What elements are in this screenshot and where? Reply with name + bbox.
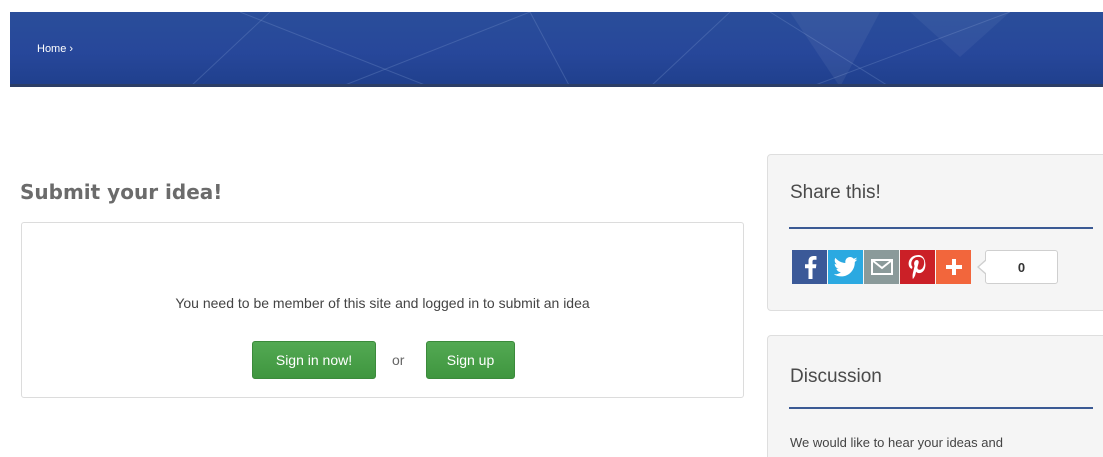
sign-up-button[interactable]: Sign up [426, 341, 515, 379]
share-widget: Share this! 0 [767, 154, 1103, 311]
banner-bottom-border [10, 84, 1103, 87]
discussion-title: Discussion [790, 366, 882, 387]
twitter-share-button[interactable] [828, 250, 863, 284]
page-title: Submit your idea! [20, 180, 223, 204]
twitter-icon [833, 257, 857, 277]
discussion-widget: Discussion We would like to hear your id… [767, 335, 1103, 457]
share-count: 0 [985, 250, 1058, 284]
banner-pattern [189, 12, 1011, 87]
share-title-rule [789, 227, 1093, 229]
facebook-share-button[interactable] [792, 250, 827, 284]
facebook-icon [804, 256, 816, 279]
breadcrumb-separator: › [69, 43, 74, 55]
share-count-pointer-fill [979, 260, 987, 274]
pinterest-share-button[interactable] [900, 250, 935, 284]
breadcrumb-home-link[interactable]: Home [37, 43, 66, 55]
auth-buttons: Sign in now! or Sign up [22, 341, 743, 381]
plus-icon [945, 259, 962, 275]
breadcrumb: Home › [37, 43, 73, 55]
share-title: Share this! [790, 182, 881, 203]
pinterest-icon [908, 255, 925, 279]
email-share-button[interactable] [864, 250, 899, 284]
discussion-text: We would like to hear your ideas and [790, 435, 1003, 450]
submit-idea-panel: You need to be member of this site and l… [21, 222, 744, 398]
discussion-title-rule [789, 407, 1093, 409]
header-banner: Home › [10, 12, 1103, 87]
sign-in-button[interactable]: Sign in now! [252, 341, 376, 379]
email-icon [870, 259, 893, 275]
more-share-button[interactable] [936, 250, 971, 284]
or-label: or [392, 352, 405, 368]
login-required-message: You need to be member of this site and l… [175, 295, 590, 311]
